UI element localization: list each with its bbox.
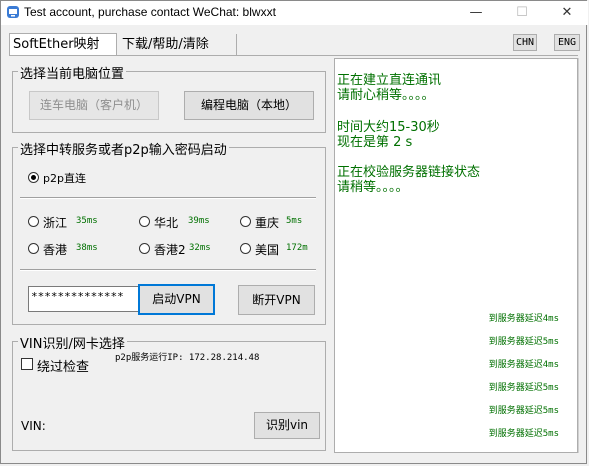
p2p-service-ip: p2p服务运行IP: 172.28.214.48: [115, 353, 260, 363]
identify-vin-button[interactable]: 识别vin: [254, 412, 320, 439]
log-line: 请耐心稍等。。。。: [337, 88, 435, 103]
local-computer-button[interactable]: 编程电脑（本地）: [184, 91, 314, 120]
tab-softether-mapping[interactable]: SoftEther映射: [9, 33, 117, 55]
location-group-title: 选择当前电脑位置: [18, 63, 127, 82]
skip-check-label: 绕过检查: [37, 360, 90, 375]
server-delay-line: 到服务器延迟4ms: [488, 360, 559, 370]
tab-panel-border: [9, 55, 578, 56]
server-radio-huabei[interactable]: [139, 216, 150, 227]
log-line: 时间大约15-30秒: [337, 120, 440, 135]
server-radio-usa[interactable]: [240, 243, 251, 254]
relay-separator-bottom: [20, 269, 316, 271]
log-line: 正在校验服务器链接状态: [337, 165, 481, 180]
title-bar: Test account, purchase contact WeChat: b…: [1, 1, 588, 25]
english-language-button[interactable]: ENG: [554, 34, 580, 51]
server-latency-huabei: 39ms: [188, 216, 210, 226]
skip-check-checkbox[interactable]: [21, 358, 33, 370]
server-name-huabei: 华北: [154, 216, 179, 230]
log-line: 请稍等。。。。: [337, 180, 409, 195]
server-name-hongkong: 香港: [43, 243, 68, 257]
server-latency-zhejiang: 35ms: [76, 216, 98, 226]
server-delay-line: 到服务器延迟5ms: [488, 337, 559, 347]
server-latency-chongqing: 5ms: [286, 216, 303, 226]
close-button[interactable]: ✕: [547, 1, 587, 25]
password-input[interactable]: **************: [28, 286, 140, 312]
server-latency-usa: 172m: [286, 243, 308, 253]
server-name-chongqing: 重庆: [255, 216, 280, 230]
server-radio-hongkong[interactable]: [28, 243, 39, 254]
window-title: Test account, purchase contact WeChat: b…: [24, 5, 276, 19]
main-window: Test account, purchase contact WeChat: b…: [0, 0, 588, 464]
server-radio-chongqing[interactable]: [240, 216, 251, 227]
status-log: 正在建立直连通讯 请耐心稍等。。。。 时间大约15-30秒 现在是第 2 s 正…: [334, 58, 578, 453]
server-name-hongkong2: 香港2: [154, 243, 186, 257]
server-name-usa: 美国: [255, 243, 280, 257]
relay-separator-top: [20, 197, 316, 199]
vin-group-title: VIN识别/网卡选择: [18, 333, 127, 352]
server-name-zhejiang: 浙江: [43, 216, 68, 230]
client-computer-button[interactable]: 连车电脑（客户机）: [29, 91, 159, 120]
server-delay-line: 到服务器延迟5ms: [488, 383, 559, 393]
server-radio-hongkong2[interactable]: [139, 243, 150, 254]
p2p-radio[interactable]: [28, 172, 39, 183]
server-latency-hongkong2: 32ms: [189, 243, 211, 253]
chinese-language-button[interactable]: CHN: [513, 34, 537, 51]
app-icon: [7, 6, 19, 18]
server-delay-line: 到服务器延迟5ms: [488, 429, 559, 439]
maximize-button[interactable]: ☐: [502, 1, 542, 25]
tab-download-help-clear[interactable]: 下载/帮助/清除: [119, 34, 237, 55]
log-line: 现在是第 2 s: [337, 135, 413, 150]
server-radio-zhejiang[interactable]: [28, 216, 39, 227]
server-latency-hongkong: 38ms: [76, 243, 98, 253]
log-line: 正在建立直连通讯: [337, 73, 442, 88]
log-scroll-edge: [578, 58, 579, 453]
vin-label: VIN:: [21, 419, 46, 433]
relay-group-title: 选择中转服务或者p2p输入密码启动: [18, 139, 229, 158]
stop-vpn-button[interactable]: 断开VPN: [238, 285, 315, 315]
server-delay-line: 到服务器延迟5ms: [488, 406, 559, 416]
start-vpn-button[interactable]: 启动VPN: [138, 284, 215, 315]
p2p-label: p2p直连: [43, 172, 86, 185]
server-delay-line: 到服务器延迟4ms: [488, 314, 559, 324]
minimize-button[interactable]: —: [456, 1, 496, 25]
